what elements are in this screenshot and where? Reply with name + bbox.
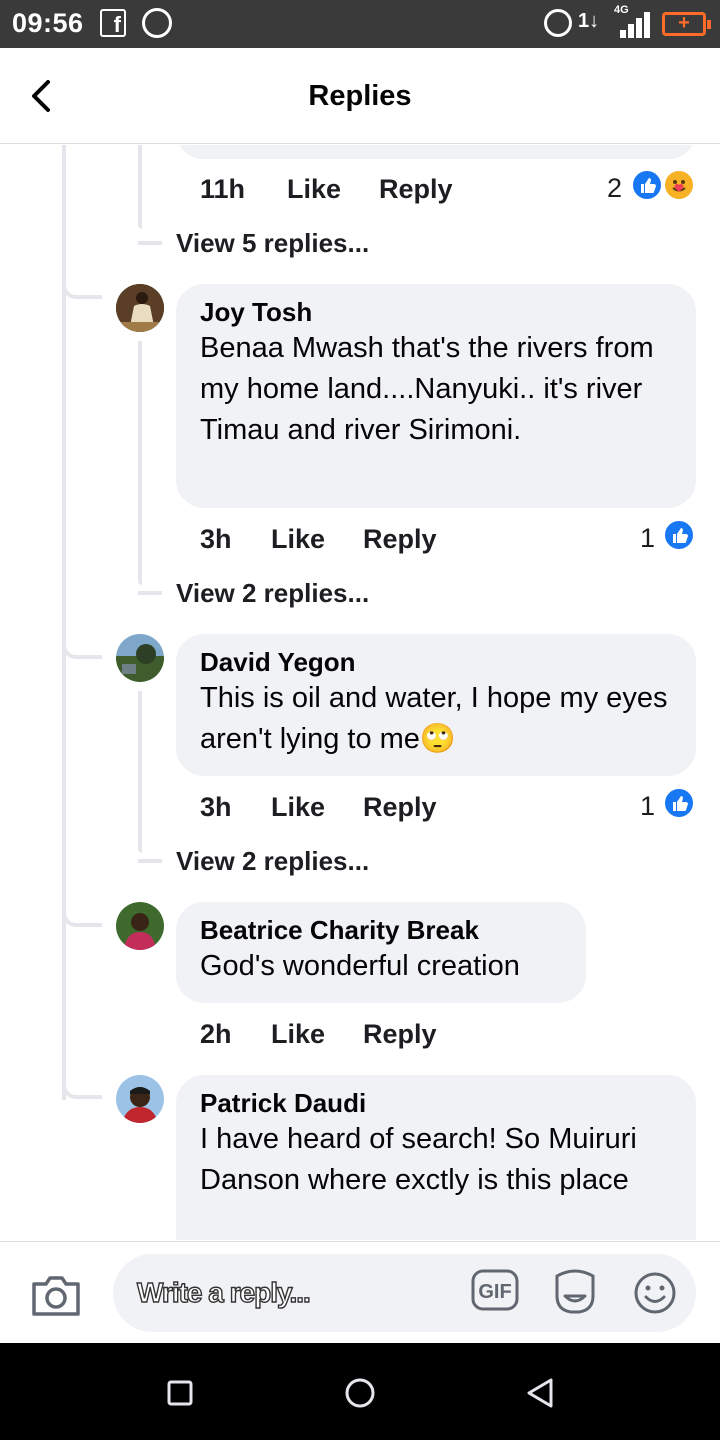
- thread-line: [138, 241, 162, 245]
- reply-button[interactable]: Reply: [379, 174, 453, 205]
- like-icon: [663, 519, 695, 551]
- thread-line: [62, 635, 102, 659]
- like-button[interactable]: Like: [271, 1019, 325, 1050]
- reaction-count[interactable]: 1: [640, 791, 655, 822]
- system-nav-bar: [0, 1343, 720, 1440]
- comment-thread[interactable]: 11h Like Reply 2 View 5 replies... Joy T…: [0, 145, 720, 1240]
- gif-icon[interactable]: GIF: [471, 1269, 519, 1311]
- back-nav-icon[interactable]: [523, 1376, 557, 1410]
- comment-author[interactable]: Joy Tosh: [200, 296, 672, 328]
- avatar[interactable]: [116, 284, 164, 332]
- thread-line: [138, 341, 142, 585]
- reaction-count[interactable]: 1: [640, 523, 655, 554]
- thread-line: [138, 691, 142, 853]
- care-icon: [663, 169, 695, 201]
- comment-author[interactable]: Beatrice Charity Break: [200, 914, 562, 946]
- view-replies-link[interactable]: View 2 replies...: [176, 846, 369, 877]
- comment-text: I have heard of search! So Muiruri Danso…: [200, 1123, 637, 1196]
- reply-button[interactable]: Reply: [363, 792, 437, 823]
- comment-bubble[interactable]: Beatrice Charity Break God's wonderful c…: [176, 902, 586, 1003]
- comment-time: 11h: [200, 174, 246, 204]
- avatar[interactable]: [116, 1075, 164, 1123]
- home-icon[interactable]: [343, 1376, 377, 1410]
- status-time: 09:56: [12, 8, 84, 38]
- thread-line: [138, 859, 162, 863]
- reply-button[interactable]: Reply: [363, 524, 437, 555]
- thread-line: [62, 1075, 102, 1099]
- comment-time: 3h: [200, 524, 232, 554]
- reply-input-placeholder: Write a reply...: [136, 1276, 311, 1308]
- reply-button[interactable]: Reply: [363, 1019, 437, 1050]
- status-bar: 09:56 f 1↓ 4G +: [0, 0, 720, 48]
- signal-icon: [612, 10, 650, 38]
- sticker-icon[interactable]: [551, 1268, 599, 1316]
- emoji-icon[interactable]: [633, 1271, 677, 1315]
- comment-text: Benaa Mwash that's the rivers from my ho…: [200, 332, 654, 446]
- comment-text: This is oil and water, I hope my eyes ar…: [200, 682, 668, 755]
- thread-line: [62, 275, 102, 299]
- comment-text: God's wonderful creation: [200, 950, 520, 982]
- battery-icon: +: [662, 12, 711, 36]
- whatsapp-icon: [142, 8, 172, 38]
- recent-apps-icon[interactable]: [163, 1376, 197, 1410]
- reaction-count[interactable]: 2: [607, 173, 622, 204]
- comment-author[interactable]: Patrick Daudi: [200, 1087, 672, 1119]
- comment-bubble: [176, 145, 696, 159]
- comment-time: 2h: [200, 1019, 232, 1049]
- alarm-icon: [544, 9, 572, 37]
- avatar[interactable]: [116, 634, 164, 682]
- thread-line: [138, 145, 142, 229]
- comment-bubble[interactable]: David Yegon This is oil and water, I hop…: [176, 634, 696, 776]
- data-activity-indicator: 1↓: [578, 10, 600, 32]
- reply-input[interactable]: Write a reply... GIF: [113, 1254, 696, 1332]
- camera-icon[interactable]: [30, 1272, 82, 1318]
- view-replies-link[interactable]: View 5 replies...: [176, 228, 369, 259]
- facebook-icon: f: [100, 9, 126, 37]
- avatar[interactable]: [116, 902, 164, 950]
- reply-composer: Write a reply... GIF: [0, 1241, 720, 1343]
- comment-time: 3h: [200, 792, 232, 822]
- thread-line: [62, 903, 102, 927]
- gif-label: GIF: [478, 1281, 511, 1303]
- thread-line: [138, 591, 162, 595]
- like-button[interactable]: Like: [287, 174, 341, 205]
- comment-bubble[interactable]: Patrick Daudi I have heard of search! So…: [176, 1075, 696, 1240]
- like-button[interactable]: Like: [271, 524, 325, 555]
- view-replies-link[interactable]: View 2 replies...: [176, 578, 369, 609]
- comment-author[interactable]: David Yegon: [200, 646, 672, 678]
- comment-bubble[interactable]: Joy Tosh Benaa Mwash that's the rivers f…: [176, 284, 696, 508]
- like-icon: [663, 787, 695, 819]
- like-icon: [631, 169, 663, 201]
- like-button[interactable]: Like: [271, 792, 325, 823]
- page-title: Replies: [308, 80, 412, 112]
- header: Replies: [0, 48, 720, 144]
